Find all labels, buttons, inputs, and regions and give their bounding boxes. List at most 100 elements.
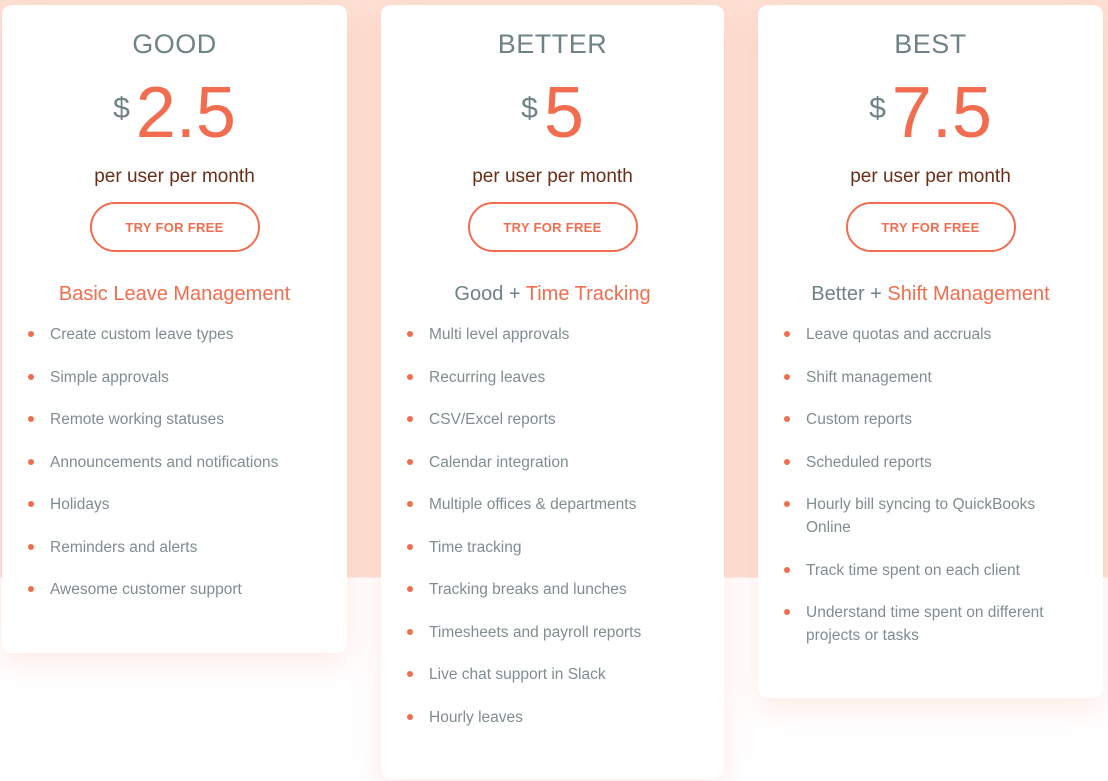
bullet-icon (407, 628, 413, 635)
pricing-card-good: GOOD $ 2.5 per user per month TRY FOR FR… (2, 5, 347, 653)
feature-text: Leave quotas and accruals (806, 326, 992, 343)
subtitle-base: Good + (454, 283, 526, 305)
bullet-icon (407, 373, 413, 380)
feature-item: CSV/Excel reports (407, 408, 704, 431)
plan-tier: BEST (894, 29, 967, 59)
feature-item: Announcements and notifications (28, 451, 327, 474)
bullet-icon (784, 566, 790, 573)
feature-item: Timesheets and payroll reports (407, 621, 704, 644)
feature-item: Scheduled reports (784, 451, 1083, 474)
bullet-icon (407, 713, 413, 720)
feature-text: Tracking breaks and lunches (429, 581, 627, 598)
currency-symbol: $ (113, 92, 130, 125)
billing-period: per user per month (94, 166, 255, 187)
plan-subtitle: Basic Leave Management (2, 281, 347, 307)
bullet-icon (28, 373, 34, 380)
feature-text: Time tracking (429, 538, 522, 556)
bullet-icon (784, 331, 790, 337)
feature-item: Leave quotas and accruals (784, 323, 1083, 346)
bullet-icon (407, 671, 413, 677)
feature-text: Timesheets and payroll reports (429, 623, 642, 641)
feature-text: Multiple offices & departments (429, 496, 637, 513)
feature-text: Holidays (50, 496, 110, 513)
feature-text: Multi level approvals (429, 326, 570, 343)
try-for-free-button[interactable]: TRY FOR FREE (845, 202, 1016, 252)
plan-subtitle: Good + Time Tracking (381, 281, 724, 307)
bullet-icon (28, 501, 34, 507)
bullet-icon (407, 331, 413, 337)
feature-item: Create custom leave types (28, 323, 327, 346)
feature-text: Reminders and alerts (50, 538, 198, 556)
feature-item: Shift management (784, 366, 1083, 389)
feature-item: Understand time spent on different proje… (784, 601, 1083, 647)
feature-item: Track time spent on each client (784, 559, 1083, 582)
feature-text: Recurring leaves (429, 368, 546, 386)
subtitle-accent: Basic Leave Management (58, 283, 291, 305)
billing-period: per user per month (472, 166, 633, 187)
price-amount: 2.5 (135, 73, 236, 153)
feature-item: Awesome customer support (28, 578, 327, 601)
subtitle-accent: Time Tracking (525, 283, 651, 305)
try-for-free-button[interactable]: TRY FOR FREE (467, 202, 638, 252)
feature-item: Hourly leaves (407, 706, 704, 729)
feature-item: Simple approvals (28, 366, 327, 389)
feature-list: Create custom leave types Simple approval… (2, 323, 347, 601)
feature-list: Leave quotas and accruals Shift managemen… (758, 323, 1103, 647)
feature-item: Time tracking (407, 536, 704, 559)
bullet-icon (407, 501, 413, 507)
bullet-icon (407, 416, 413, 422)
pricing-card-better: BETTER $ 5 per user per month TRY FOR FR… (381, 5, 724, 779)
subtitle-accent: Shift Management (887, 283, 1050, 305)
feature-text: Awesome customer support (50, 581, 242, 598)
feature-item: Recurring leaves (407, 366, 704, 389)
feature-text: Announcements and notifications (50, 453, 279, 471)
feature-item: Hourly bill syncing to QuickBooks Online (784, 493, 1083, 539)
plan-subtitle: Better + Shift Management (758, 281, 1103, 307)
feature-text: Live chat support in Slack (429, 666, 606, 683)
feature-item: Custom reports (784, 408, 1083, 431)
currency-symbol: $ (521, 92, 538, 125)
bullet-icon (407, 543, 413, 550)
plan-tier: BETTER (497, 29, 608, 59)
billing-period: per user per month (850, 166, 1011, 187)
feature-item: Remote working statuses (28, 408, 327, 431)
feature-item: Multiple offices & departments (407, 493, 704, 516)
bullet-icon (28, 458, 34, 465)
bullet-icon (28, 416, 34, 422)
feature-text: Calendar integration (429, 453, 569, 471)
feature-text: Understand time spent on different proje… (806, 604, 1044, 644)
feature-text: CSV/Excel reports (429, 411, 556, 428)
feature-text: Simple approvals (50, 368, 169, 386)
bullet-icon (784, 416, 790, 422)
bullet-icon (407, 458, 413, 465)
try-for-free-button[interactable]: TRY FOR FREE (89, 202, 260, 252)
price: $ 7.5 (758, 73, 1103, 153)
bullet-icon (784, 609, 790, 615)
feature-text: Custom reports (806, 411, 912, 428)
bullet-icon (784, 501, 790, 507)
currency-symbol: $ (869, 92, 886, 125)
plan-tier: GOOD (132, 29, 217, 59)
feature-text: Scheduled reports (806, 453, 932, 471)
bullet-icon (407, 586, 413, 592)
price-amount: 5 (543, 73, 584, 153)
price: $ 2.5 (2, 73, 347, 153)
bullet-icon (784, 458, 790, 465)
bullet-icon (784, 373, 790, 380)
pricing-card-best: BEST $ 7.5 per user per month TRY FOR FR… (758, 5, 1103, 698)
feature-text: Create custom leave types (50, 326, 234, 343)
feature-item: Calendar integration (407, 451, 704, 474)
price-amount: 7.5 (891, 73, 992, 153)
feature-item: Holidays (28, 493, 327, 516)
bullet-icon (28, 543, 34, 550)
price: $ 5 (381, 73, 724, 153)
feature-item: Live chat support in Slack (407, 663, 704, 686)
feature-item: Multi level approvals (407, 323, 704, 346)
feature-text: Remote working statuses (50, 411, 225, 428)
feature-list: Multi level approvals Recurring leaves CSV… (381, 323, 724, 729)
bullet-icon (28, 586, 34, 592)
feature-item: Reminders and alerts (28, 536, 327, 559)
feature-text: Shift management (806, 368, 932, 386)
feature-text: Hourly leaves (429, 708, 523, 726)
feature-item: Tracking breaks and lunches (407, 578, 704, 601)
